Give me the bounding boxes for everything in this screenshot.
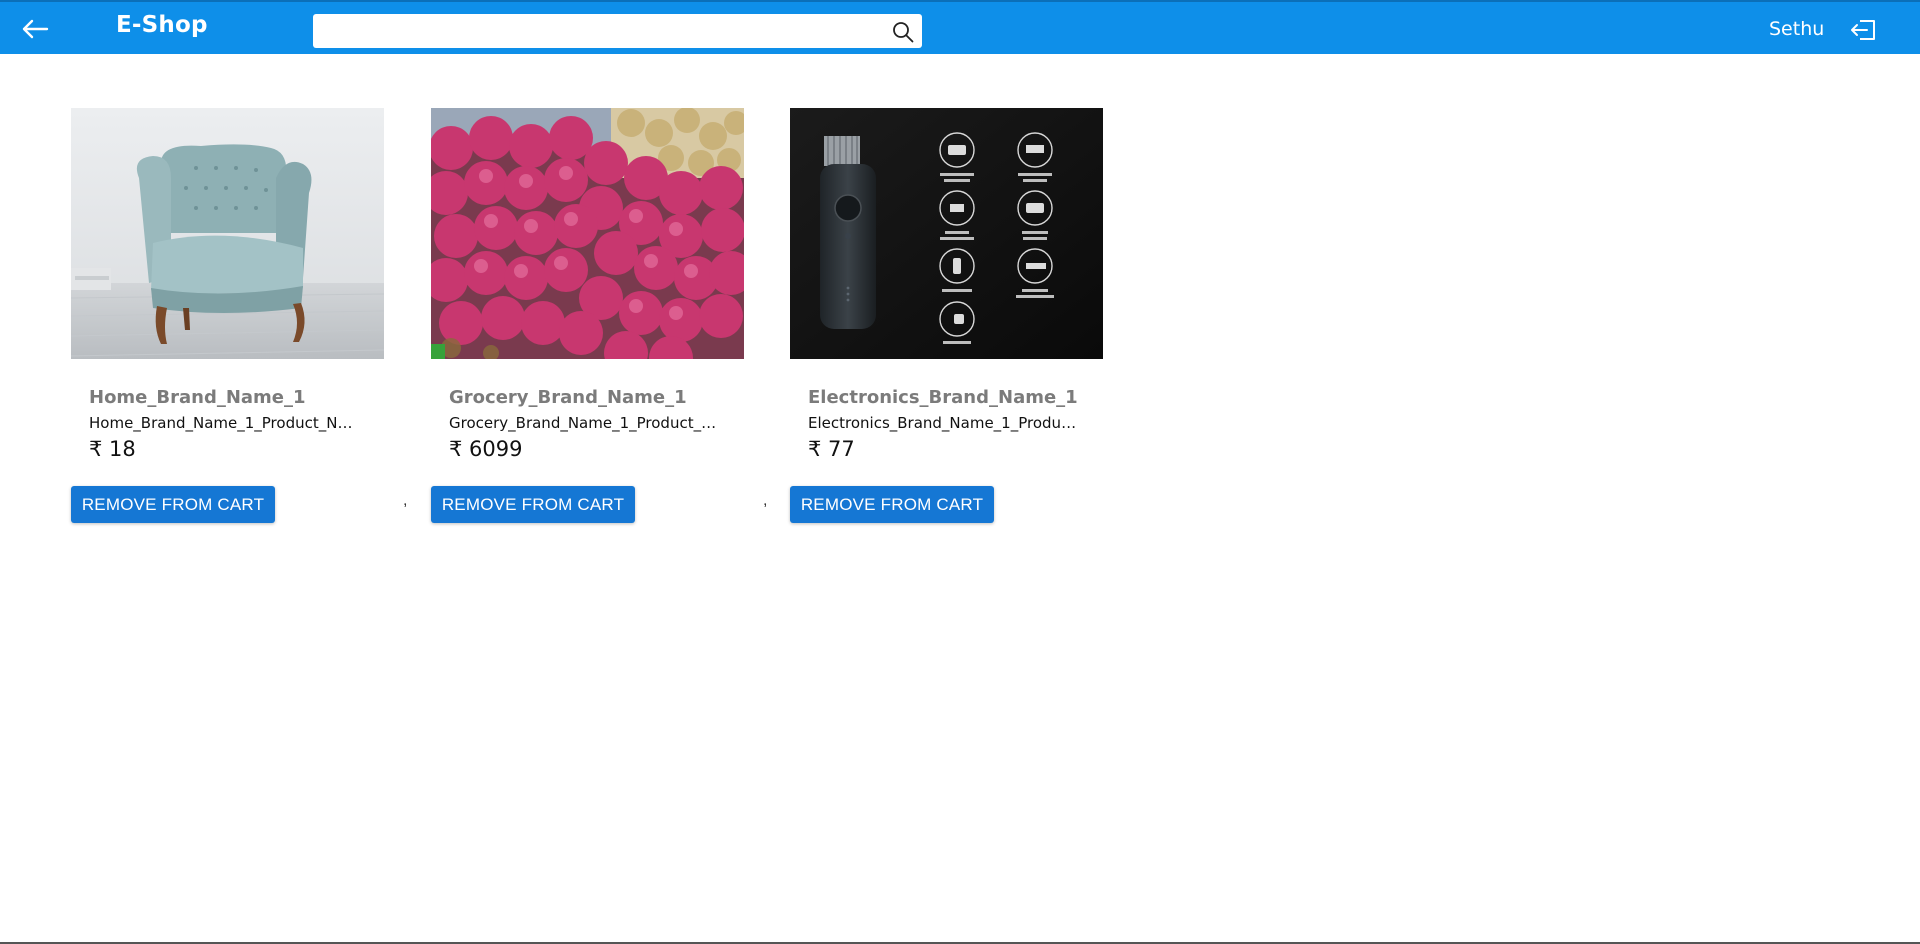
brand-name: Home_Brand_Name_1	[89, 387, 306, 408]
product-name: Home_Brand_Name_1_Product_Name_1	[89, 414, 359, 432]
product-card: Grocery_Brand_Name_1 Grocery_Brand_Name_…	[431, 108, 744, 523]
product-card: Electronics_Brand_Name_1 Electronics_Bra…	[790, 108, 1103, 523]
search-input[interactable]	[321, 14, 885, 50]
product-name: Grocery_Brand_Name_1_Product_Name_1	[449, 414, 719, 432]
armchair-image	[71, 108, 384, 359]
arrow-left-icon	[22, 19, 49, 39]
search-bar[interactable]	[313, 14, 922, 50]
list-separator: ,	[763, 492, 768, 509]
app-title[interactable]: E-Shop	[116, 12, 208, 38]
product-image-trimmer[interactable]	[790, 108, 1103, 359]
user-name: Sethu	[1769, 18, 1825, 40]
product-info: Home_Brand_Name_1 Home_Brand_Name_1_Prod…	[71, 387, 384, 461]
product-price: ₹ 18	[89, 437, 136, 461]
onions-image	[431, 108, 744, 359]
logout-icon	[1851, 20, 1875, 40]
product-image-armchair[interactable]	[71, 108, 384, 359]
product-price: ₹ 77	[808, 437, 855, 461]
top-navbar: E-Shop Sethu	[0, 0, 1920, 54]
back-button[interactable]	[18, 14, 52, 44]
remove-from-cart-button[interactable]: REMOVE FROM CART	[431, 486, 635, 523]
product-price: ₹ 6099	[449, 437, 523, 461]
product-card: Home_Brand_Name_1 Home_Brand_Name_1_Prod…	[71, 108, 384, 523]
product-name: Electronics_Brand_Name_1_Product_Name_1	[808, 414, 1078, 432]
remove-from-cart-button[interactable]: REMOVE FROM CART	[71, 486, 275, 523]
product-image-onions[interactable]	[431, 108, 744, 359]
brand-name: Grocery_Brand_Name_1	[449, 387, 687, 408]
brand-name: Electronics_Brand_Name_1	[808, 387, 1078, 408]
trimmer-image	[790, 108, 1103, 359]
product-info: Electronics_Brand_Name_1 Electronics_Bra…	[790, 387, 1103, 461]
logout-button[interactable]	[1848, 16, 1878, 44]
list-separator: ,	[403, 492, 408, 509]
product-info: Grocery_Brand_Name_1 Grocery_Brand_Name_…	[431, 387, 744, 461]
search-icon[interactable]	[892, 21, 914, 43]
remove-from-cart-button[interactable]: REMOVE FROM CART	[790, 486, 994, 523]
